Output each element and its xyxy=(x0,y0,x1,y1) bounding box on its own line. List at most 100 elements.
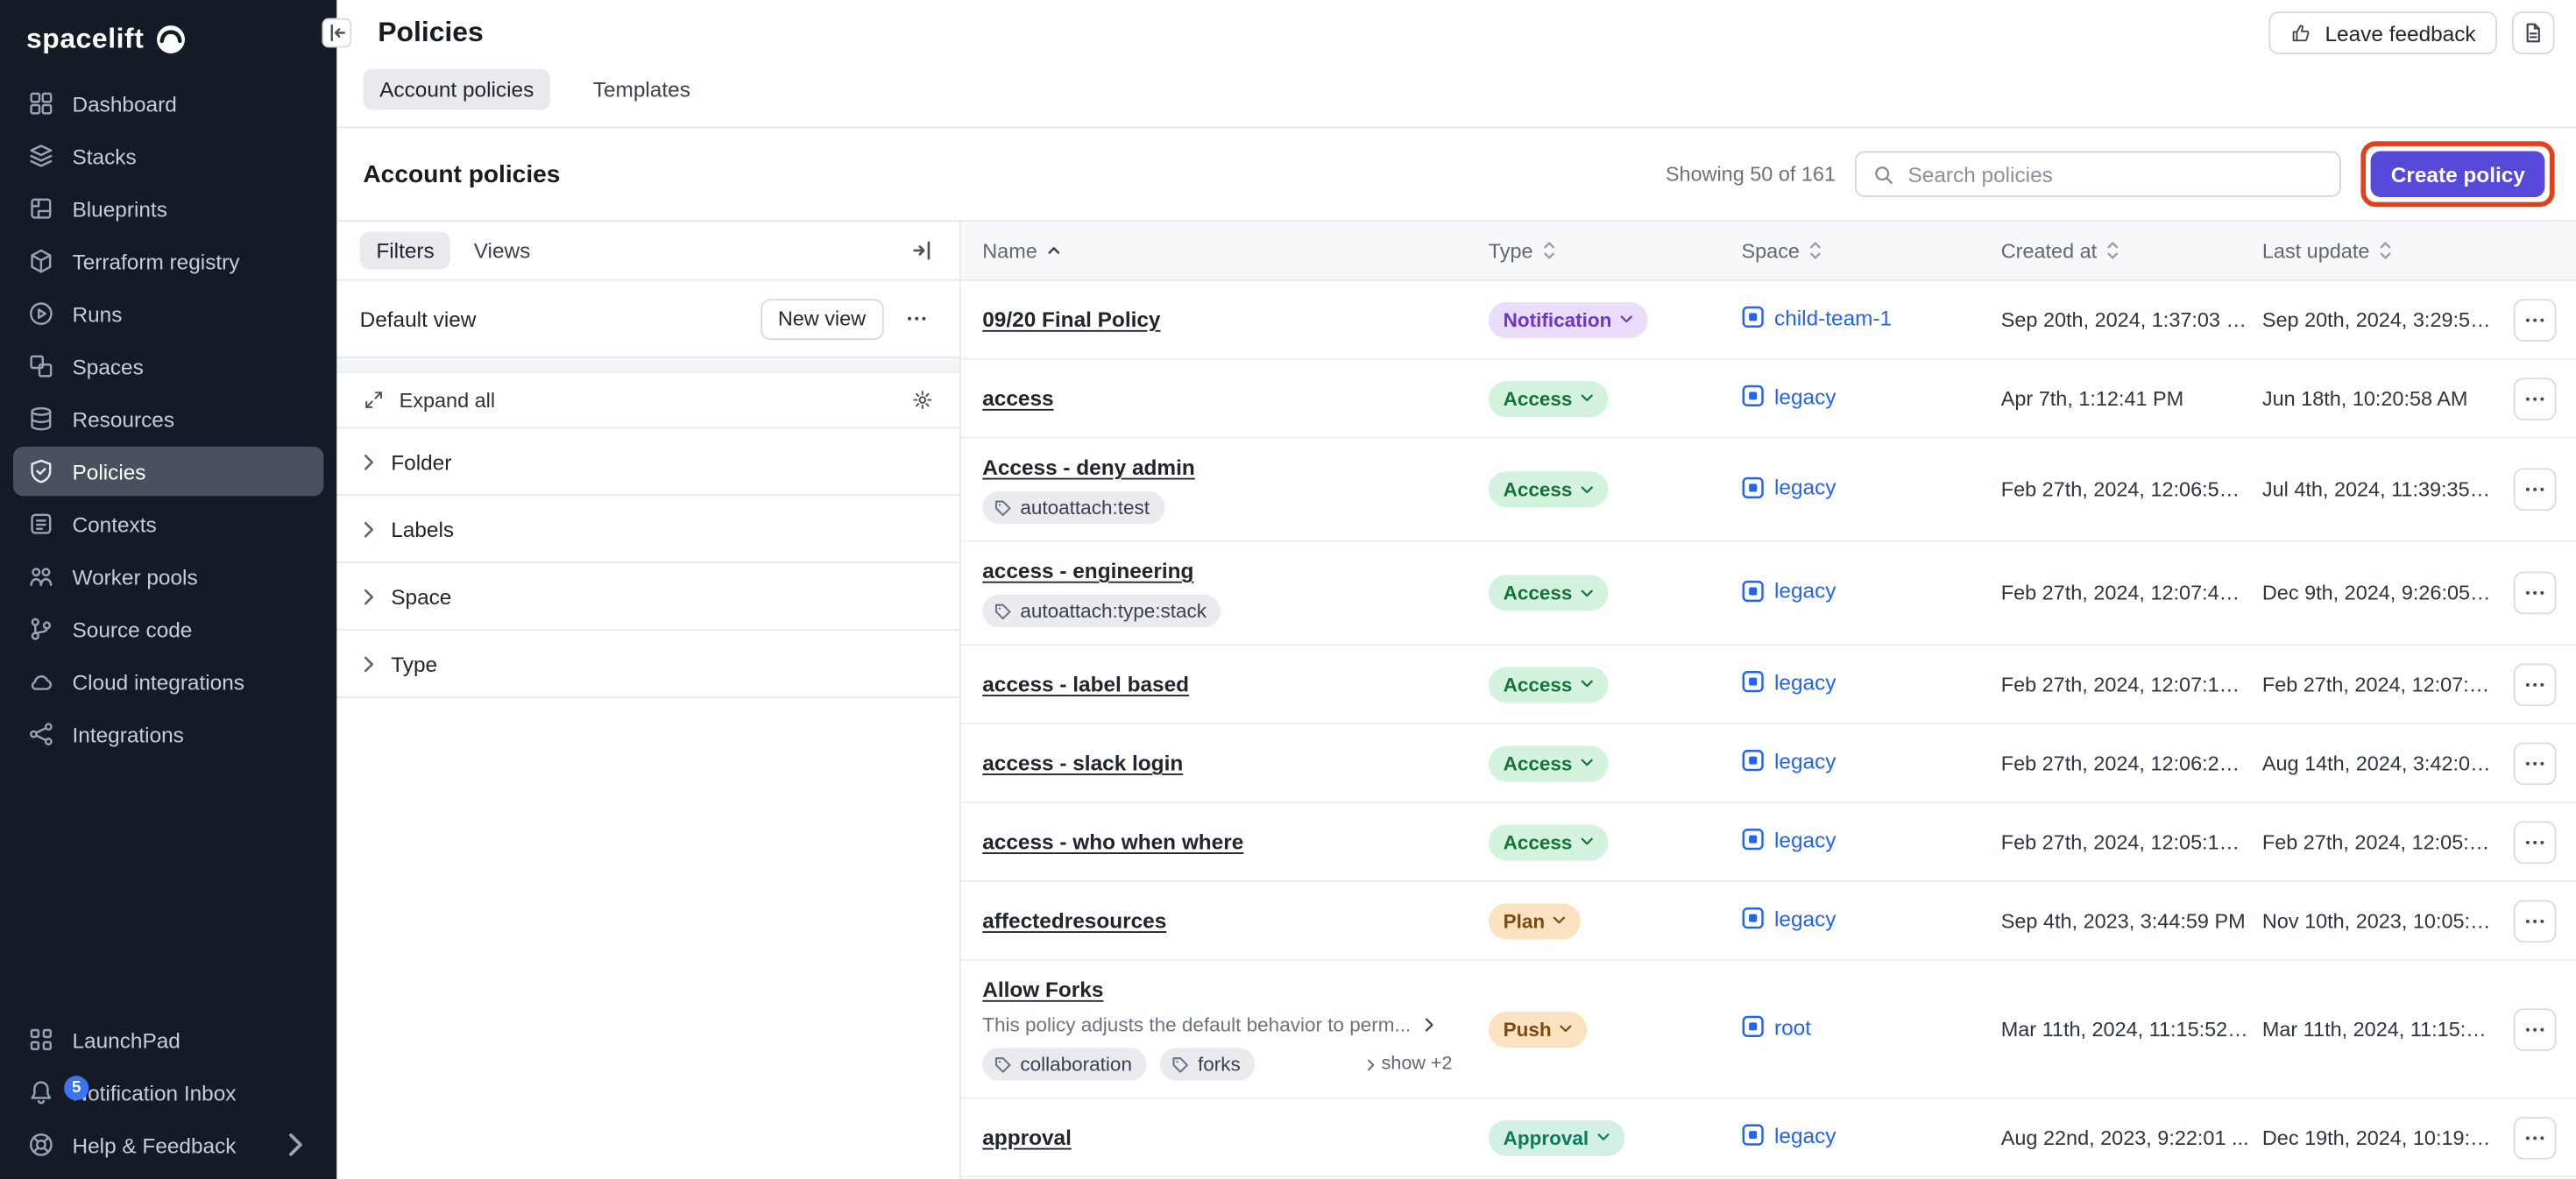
policy-type-badge[interactable]: Access xyxy=(1489,575,1609,611)
policy-label-chip[interactable]: collaboration xyxy=(982,1048,1147,1081)
row-actions-button[interactable] xyxy=(2514,900,2557,942)
name-cell: access - label based xyxy=(982,655,1489,713)
policy-name-link[interactable]: Allow Forks xyxy=(982,978,1103,1002)
policy-name-link[interactable]: access - slack login xyxy=(982,751,1183,775)
ellipsis-icon xyxy=(2523,830,2546,853)
sidebar-item-resources[interactable]: Resources xyxy=(13,394,323,443)
sidebar-item-policies[interactable]: Policies xyxy=(13,447,323,496)
filters-tab[interactable]: Filters xyxy=(360,231,451,269)
space-link[interactable]: legacy xyxy=(1742,907,1836,931)
expand-all-button[interactable]: Expand all xyxy=(336,373,959,429)
policy-name-link[interactable]: access - label based xyxy=(982,672,1189,696)
sidebar-item-integrations[interactable]: Integrations xyxy=(13,710,323,759)
filter-section-type[interactable]: Type xyxy=(336,631,959,698)
policy-name-link[interactable]: access - engineering xyxy=(982,559,1193,583)
filter-section-folder[interactable]: Folder xyxy=(336,428,959,496)
search-input[interactable] xyxy=(1908,162,2324,187)
row-actions-button[interactable] xyxy=(2514,1007,2557,1050)
chevron-down-icon xyxy=(1581,837,1594,845)
space-link[interactable]: legacy xyxy=(1742,828,1836,852)
policy-type-badge[interactable]: Approval xyxy=(1489,1119,1625,1155)
policy-type-badge[interactable]: Push xyxy=(1489,1011,1588,1047)
thumbs-up-icon xyxy=(2290,21,2313,44)
expand-description-chevron[interactable] xyxy=(1424,1017,1433,1034)
policy-type-badge[interactable]: Access xyxy=(1489,666,1609,702)
sidebar-item-notification-inbox[interactable]: 5 Notification Inbox xyxy=(13,1068,323,1117)
sidebar-item-help-feedback[interactable]: Help & Feedback xyxy=(13,1120,323,1169)
row-actions-button[interactable] xyxy=(2514,468,2557,511)
policy-label-chip[interactable]: autoattach:type:stack xyxy=(982,595,1221,628)
space-link[interactable]: legacy xyxy=(1742,1123,1836,1147)
filter-section-labels[interactable]: Labels xyxy=(336,496,959,563)
views-tab[interactable]: Views xyxy=(474,238,531,263)
table-row: access - label based Access legacy Feb 2… xyxy=(961,646,2576,724)
row-actions-button[interactable] xyxy=(2514,298,2557,341)
sidebar-item-stacks[interactable]: Stacks xyxy=(13,131,323,180)
space-link[interactable]: root xyxy=(1742,1014,1812,1039)
cloud-integrations-icon xyxy=(28,668,54,695)
policy-name-link[interactable]: access xyxy=(982,386,1053,411)
show-more-labels[interactable]: show +2 xyxy=(1367,1055,1453,1075)
space-link[interactable]: child-team-1 xyxy=(1742,305,1893,329)
sidebar-item-spaces[interactable]: Spaces xyxy=(13,342,323,391)
sidebar-item-worker-pools[interactable]: Worker pools xyxy=(13,552,323,601)
space-link[interactable]: legacy xyxy=(1742,670,1836,695)
space-link[interactable]: legacy xyxy=(1742,384,1836,408)
leave-feedback-button[interactable]: Leave feedback xyxy=(2269,11,2497,54)
policy-label-chip[interactable]: autoattach:test xyxy=(982,491,1164,525)
sidebar-item-runs[interactable]: Runs xyxy=(13,289,323,338)
column-header-last-update[interactable]: Last update xyxy=(2262,239,2504,262)
new-view-button[interactable]: New view xyxy=(760,298,884,339)
row-actions-button[interactable] xyxy=(2514,663,2557,706)
policy-type-badge[interactable]: Access xyxy=(1489,471,1609,507)
policy-labels: autoattach:test xyxy=(982,491,1476,525)
column-label: Name xyxy=(982,239,1037,262)
space-cell: legacy xyxy=(1742,907,2001,935)
view-options-button[interactable] xyxy=(897,299,937,338)
gear-icon[interactable] xyxy=(912,389,933,410)
policy-type-badge[interactable]: Access xyxy=(1489,745,1609,780)
policy-name-link[interactable]: approval xyxy=(982,1125,1072,1149)
row-actions-button[interactable] xyxy=(2514,572,2557,615)
sidebar-item-source-code[interactable]: Source code xyxy=(13,604,323,653)
row-actions-button[interactable] xyxy=(2514,377,2557,420)
column-header-name[interactable]: Name xyxy=(982,239,1489,262)
tab-templates[interactable]: Templates xyxy=(577,69,707,110)
sidebar-item-contexts[interactable]: Contexts xyxy=(13,499,323,548)
collapse-filters-button[interactable] xyxy=(907,236,937,265)
space-link[interactable]: legacy xyxy=(1742,475,1836,499)
sidebar-item-launchpad[interactable]: LaunchPad xyxy=(13,1015,323,1064)
policy-label-chip[interactable]: forks xyxy=(1160,1048,1256,1081)
sidebar-item-dashboard[interactable]: Dashboard xyxy=(13,79,323,128)
space-link[interactable]: legacy xyxy=(1742,578,1836,603)
search-box xyxy=(1856,152,2342,198)
collapse-sidebar-button[interactable] xyxy=(322,18,352,48)
created-at-cell: Apr 7th, 1:12:41 PM xyxy=(2001,387,2262,410)
row-actions-button[interactable] xyxy=(2514,821,2557,864)
ellipsis-icon xyxy=(2523,478,2546,501)
create-policy-button[interactable]: Create policy xyxy=(2371,152,2544,198)
policy-name-link[interactable]: 09/20 Final Policy xyxy=(982,307,1160,332)
policy-type-badge[interactable]: Notification xyxy=(1489,301,1648,337)
column-header-created-at[interactable]: Created at xyxy=(2001,239,2262,262)
spacelift-logo[interactable]: spacelift xyxy=(0,10,336,75)
actions-cell xyxy=(2504,1007,2576,1050)
row-actions-button[interactable] xyxy=(2514,742,2557,785)
policy-name-link[interactable]: affectedresources xyxy=(982,908,1166,933)
policy-type-badge[interactable]: Plan xyxy=(1489,902,1582,938)
space-link[interactable]: legacy xyxy=(1742,749,1836,773)
column-header-type[interactable]: Type xyxy=(1489,239,1742,262)
policy-type-badge[interactable]: Access xyxy=(1489,380,1609,416)
sidebar-item-cloud-integrations[interactable]: Cloud integrations xyxy=(13,657,323,706)
policy-name-link[interactable]: access - who when where xyxy=(982,830,1243,854)
row-actions-button[interactable] xyxy=(2514,1116,2557,1159)
policy-name-link[interactable]: Access - deny admin xyxy=(982,455,1194,479)
sidebar-item-blueprints[interactable]: Blueprints xyxy=(13,184,323,233)
tab-account-policies[interactable]: Account policies xyxy=(363,69,550,110)
filter-section-space[interactable]: Space xyxy=(336,563,959,631)
app: spacelift Dashboard Stacks Blueprints Te… xyxy=(0,0,2576,1179)
column-header-space[interactable]: Space xyxy=(1742,239,2001,262)
sidebar-item-terraform-registry[interactable]: Terraform registry xyxy=(13,237,323,286)
policy-type-badge[interactable]: Access xyxy=(1489,823,1609,859)
documentation-button[interactable] xyxy=(2512,11,2555,54)
